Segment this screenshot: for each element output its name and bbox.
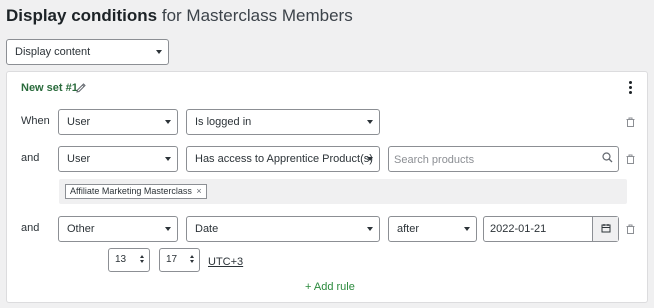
- add-rule-button[interactable]: + Add rule: [305, 281, 355, 293]
- rule-3-subject-select[interactable]: Other: [58, 216, 178, 242]
- rule-2-subject-select[interactable]: User: [58, 146, 178, 172]
- rule-2-subject-value: User: [67, 153, 91, 165]
- chevron-down-icon: [165, 157, 171, 161]
- product-tag: Affiliate Marketing Masterclass ×: [65, 184, 207, 199]
- set-name: New set #1: [21, 82, 78, 94]
- rule-1-condition-value: Is logged in: [195, 116, 252, 128]
- search-icon: [602, 152, 613, 163]
- page-title-context: for Masterclass Members: [161, 6, 353, 25]
- more-options-icon[interactable]: [628, 81, 632, 95]
- hour-value: 13: [115, 254, 127, 265]
- page-title-main: Display conditions: [6, 6, 158, 25]
- date-input[interactable]: 2022-01-21: [483, 216, 619, 242]
- rule-1-subject-value: User: [67, 116, 91, 128]
- rule-3-condition-value: Date: [195, 223, 219, 235]
- page-title: Display conditions for Masterclass Membe…: [6, 6, 353, 26]
- date-value: 2022-01-21: [490, 223, 547, 235]
- chevron-down-icon: [367, 227, 373, 231]
- condition-set-panel: New set #1 When User Is logged in and Us…: [6, 71, 648, 303]
- rule-2-condition-value: Has access to Apprentice Product(s): [195, 153, 373, 165]
- chevron-down-icon: [367, 120, 373, 124]
- product-search-input[interactable]: Search products: [388, 146, 619, 172]
- search-placeholder: Search products: [394, 154, 475, 166]
- trash-icon[interactable]: [626, 154, 635, 164]
- stepper-arrows-icon[interactable]: [190, 255, 195, 265]
- hour-stepper[interactable]: 13: [108, 248, 150, 272]
- chevron-down-icon: [165, 120, 171, 124]
- display-mode-value: Display content: [15, 46, 91, 58]
- stepper-arrows-icon[interactable]: [140, 255, 145, 265]
- chevron-down-icon: [367, 157, 373, 161]
- pencil-icon[interactable]: [75, 82, 87, 94]
- minute-stepper[interactable]: 17: [159, 248, 200, 272]
- trash-icon[interactable]: [626, 224, 635, 234]
- rule-3-condition-select[interactable]: Date: [186, 216, 380, 242]
- remove-tag-icon[interactable]: ×: [196, 186, 201, 196]
- calendar-button[interactable]: [592, 217, 618, 241]
- minute-value: 17: [166, 254, 178, 265]
- rule-2-condition-select[interactable]: Has access to Apprentice Product(s): [186, 146, 380, 172]
- date-operator-select[interactable]: after: [388, 216, 477, 242]
- calendar-icon: [601, 224, 611, 233]
- rule-connector: and: [21, 222, 40, 234]
- chevron-down-icon: [156, 50, 162, 54]
- rule-1-condition-select[interactable]: Is logged in: [186, 109, 380, 135]
- rule-3-subject-value: Other: [67, 223, 95, 235]
- display-mode-select[interactable]: Display content: [6, 39, 169, 65]
- rule-connector: and: [21, 152, 40, 164]
- selected-products-area: Affiliate Marketing Masterclass ×: [59, 179, 627, 204]
- chevron-down-icon: [464, 227, 470, 231]
- timezone-link[interactable]: UTC+3: [208, 256, 243, 268]
- trash-icon[interactable]: [626, 117, 635, 127]
- rule-1-subject-select[interactable]: User: [58, 109, 178, 135]
- date-operator-value: after: [397, 223, 420, 235]
- chevron-down-icon: [165, 227, 171, 231]
- rule-connector: When: [21, 115, 50, 127]
- product-tag-label: Affiliate Marketing Masterclass: [70, 186, 192, 196]
